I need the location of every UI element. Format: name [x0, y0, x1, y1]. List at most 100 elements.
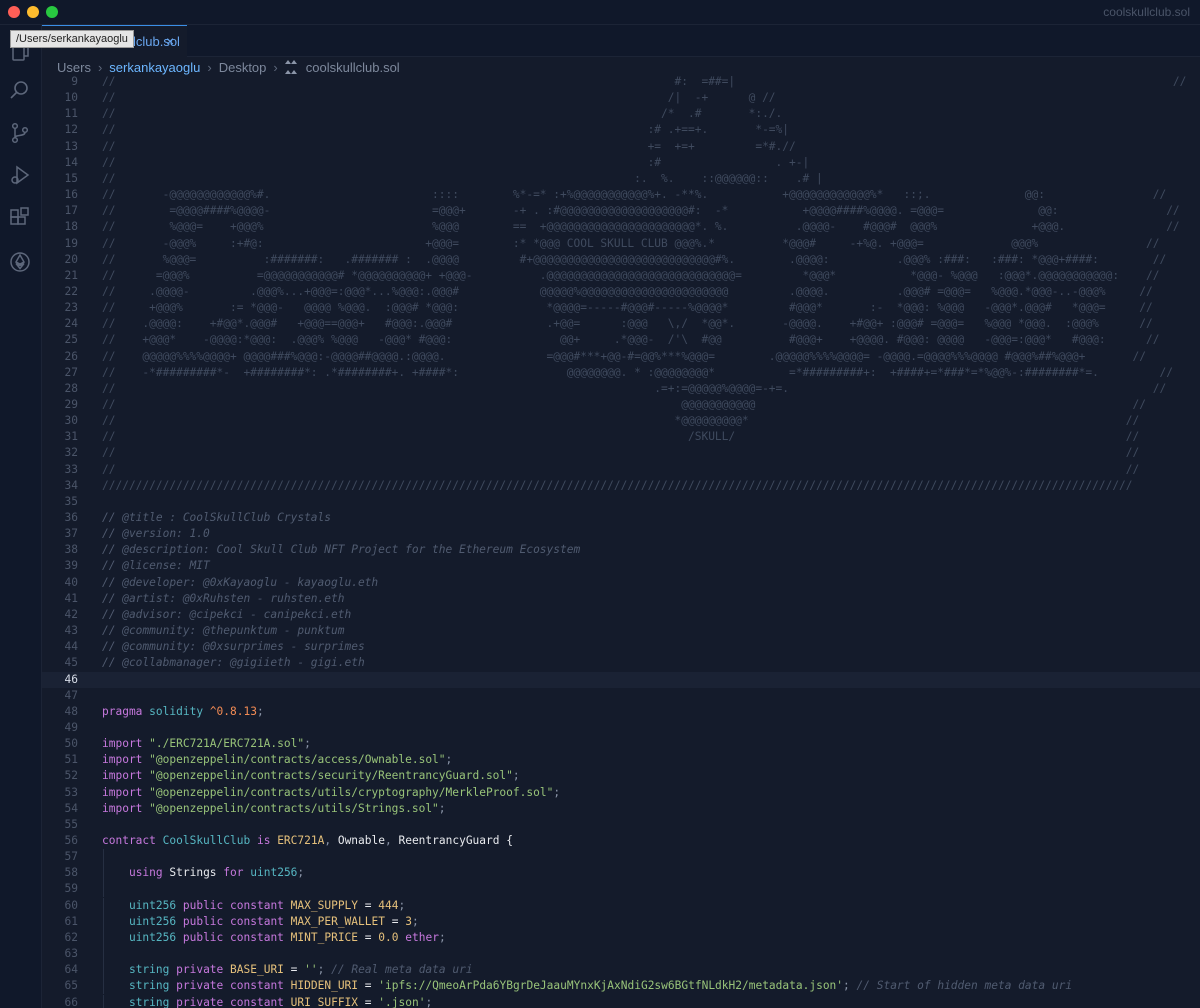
code-line[interactable]: 65 string private constant HIDDEN_URI = …: [42, 978, 1200, 994]
line-code: // /| -+ @ // //: [102, 90, 1200, 106]
breadcrumb-item-user[interactable]: serkankayaoglu: [109, 60, 200, 75]
code-line[interactable]: 15 // :. %. ::@@@@@@:: .# | //: [42, 171, 1200, 187]
code-line[interactable]: 49: [42, 720, 1200, 736]
code-line[interactable]: 36 // @title : CoolSkullClub Crystals: [42, 510, 1200, 526]
code-line[interactable]: 52 import "@openzeppelin/contracts/securi…: [42, 768, 1200, 784]
code-line[interactable]: 47: [42, 688, 1200, 704]
code-line[interactable]: 34 //////////////////////////////////////…: [42, 478, 1200, 494]
code-line[interactable]: 14 // :# . +-| //: [42, 155, 1200, 171]
code-line[interactable]: 29 // @@@@@@@@@@@ //: [42, 397, 1200, 413]
code-line[interactable]: 54 import "@openzeppelin/contracts/utils/…: [42, 801, 1200, 817]
code-token: // @@@@@%%%%@@@@+ @@@@###%@@@:-@@@@##@@@…: [102, 350, 1146, 363]
code-token: // =@@@% =@@@@@@@@@@@# *@@@@@@@@@@+ +@@@…: [102, 269, 1160, 282]
run-debug-icon[interactable]: [8, 163, 32, 187]
code-token: ;: [425, 996, 433, 1008]
code-line[interactable]: 64 string private BASE_URI = ''; // Real…: [42, 962, 1200, 978]
code-line[interactable]: 16 // -@@@@@@@@@@@@%#. :::: %*-=* :+%@@@@…: [42, 187, 1200, 203]
close-window-button[interactable]: [8, 6, 20, 18]
extensions-icon[interactable]: [8, 206, 32, 230]
code-line[interactable]: 46: [42, 672, 1200, 688]
code-line[interactable]: 17 // =@@@@####%@@@@- =@@@+ -+ . :#@@@@@@…: [42, 203, 1200, 219]
line-number: 64: [64, 963, 78, 976]
line-code: // +@@@* -@@@@:*@@@: .@@@% %@@@ -@@@* #@…: [102, 332, 1159, 348]
code-line[interactable]: 26 // @@@@@%%%%@@@@+ @@@@###%@@@:-@@@@##@…: [42, 349, 1200, 365]
code-editor[interactable]: 9// #: =##=| //10// /| -+ @ // // 11 // …: [42, 74, 1200, 1008]
code-token: pragma: [102, 705, 143, 718]
code-line[interactable]: 31 // /SKULL/ //: [42, 429, 1200, 445]
code-line[interactable]: 62 uint256 public constant MINT_PRICE = …: [42, 930, 1200, 946]
search-icon[interactable]: [8, 78, 32, 102]
code-line[interactable]: 61 uint256 public constant MAX_PER_WALLE…: [42, 914, 1200, 930]
code-line[interactable]: 24 // .@@@@: +#@@*.@@@# +@@@==@@@+ #@@@:.…: [42, 316, 1200, 332]
title-bar: coolskullclub.sol: [0, 0, 1200, 25]
code-line[interactable]: 23 // +@@@% := *@@@- @@@@ %@@@. :@@@# *@@…: [42, 300, 1200, 316]
code-line[interactable]: 27 // -*#########*- +########*: .*#######…: [42, 365, 1200, 381]
code-line[interactable]: 12 // :# .+==+. *-=%| //: [42, 122, 1200, 138]
code-token: string: [128, 996, 170, 1008]
code-line[interactable]: 42 // @advisor: @cipekci - canipekci.eth: [42, 607, 1200, 623]
code-line[interactable]: 21 // =@@@% =@@@@@@@@@@@# *@@@@@@@@@@+ +@…: [42, 268, 1200, 284]
line-number: 11: [64, 107, 78, 120]
code-token: // Start of hidden meta data uri: [856, 979, 1073, 992]
code-line[interactable]: 55: [42, 817, 1200, 833]
code-line[interactable]: 45 // @collabmanager: @gigiieth - gigi.et…: [42, 655, 1200, 671]
code-token: // :# . +-| //: [102, 156, 1200, 169]
code-line[interactable]: 39 // @license: MIT: [42, 558, 1200, 574]
close-icon[interactable]: ×: [166, 33, 174, 49]
code-line[interactable]: 60 uint256 public constant MAX_SUPPLY = …: [42, 898, 1200, 914]
code-line[interactable]: 22 // .@@@@- .@@@%...+@@@=:@@@*...%@@@:.@…: [42, 284, 1200, 300]
source-control-icon[interactable]: [8, 121, 32, 145]
code-line[interactable]: 59: [42, 881, 1200, 897]
maximize-window-button[interactable]: [46, 6, 58, 18]
line-number: 60: [64, 899, 78, 912]
code-line[interactable]: 63: [42, 946, 1200, 962]
code-line[interactable]: 56 contract CoolSkullClub is ERC721A, Own…: [42, 833, 1200, 849]
code-line[interactable]: 58 using Strings for uint256;: [42, 865, 1200, 881]
code-line[interactable]: 37 // @version: 1.0: [42, 526, 1200, 542]
code-token: '.json': [378, 996, 426, 1008]
minimize-window-button[interactable]: [27, 6, 39, 18]
code-line[interactable]: 18 // %@@@= +@@@% %@@@ == +@@@@@@@@@@@@@@…: [42, 219, 1200, 235]
line-code: import "@openzeppelin/contracts/utils/St…: [102, 801, 446, 817]
line-code: // @description: Cool Skull Club NFT Pro…: [102, 542, 580, 558]
code-line[interactable]: 66 string private constant URI_SUFFIX = …: [42, 995, 1200, 1008]
code-line[interactable]: 32 // //: [42, 445, 1200, 461]
code-line[interactable]: 30 // *@@@@@@@@@* //: [42, 413, 1200, 429]
code-token: uint256: [128, 931, 177, 944]
code-line[interactable]: 35: [42, 494, 1200, 510]
code-line[interactable]: 40 // @developer: @0xKayaoglu - kayaoglu.…: [42, 575, 1200, 591]
code-line[interactable]: 51 import "@openzeppelin/contracts/access…: [42, 752, 1200, 768]
code-line[interactable]: 53 import "@openzeppelin/contracts/utils/…: [42, 785, 1200, 801]
code-line[interactable]: 50 import "./ERC721A/ERC721A.sol";: [42, 736, 1200, 752]
code-token: ERC721A: [277, 834, 325, 847]
code-line[interactable]: 9 // #: =##=| //: [42, 74, 1200, 90]
line-number: 63: [64, 947, 78, 960]
line-number: 38: [64, 543, 78, 556]
code-line[interactable]: 20 // %@@@= :#######: .####### : .@@@@ #+…: [42, 252, 1200, 268]
code-token: '': [304, 963, 318, 976]
code-line[interactable]: 41 // @artist: @0xRuhsten - ruhsten.eth: [42, 591, 1200, 607]
code-token: import: [102, 786, 143, 799]
code-line[interactable]: 13 // += +=+ =*#.// //: [42, 139, 1200, 155]
code-line[interactable]: 38 // @description: Cool Skull Club NFT P…: [42, 542, 1200, 558]
code-line[interactable]: 48 pragma solidity ^0.8.13;: [42, 704, 1200, 720]
code-line[interactable]: 33 // //: [42, 462, 1200, 478]
breadcrumb-item-file[interactable]: coolskullclub.sol: [306, 60, 400, 75]
code-line[interactable]: 10 // /| -+ @ // //: [42, 90, 1200, 106]
code-line[interactable]: 57: [42, 849, 1200, 865]
code-line[interactable]: 11 // /* .# *:./. //: [42, 106, 1200, 122]
breadcrumb-item-desktop[interactable]: Desktop: [219, 60, 267, 75]
ethereum-icon[interactable]: [8, 250, 32, 274]
code-line[interactable]: 28 // .=+:=@@@@@%@@@@=-+=. //: [42, 381, 1200, 397]
code-line[interactable]: 44 // @community: @0xsurprimes - surprime…: [42, 639, 1200, 655]
code-line[interactable]: 43 // @community: @thepunktum - punktum: [42, 623, 1200, 639]
breadcrumb-item-users[interactable]: Users: [57, 60, 91, 75]
code-line[interactable]: 19 // -@@@% :+#@: +@@@= :* *@@@ COOL SKUL…: [42, 236, 1200, 252]
code-line[interactable]: 25 // +@@@* -@@@@:*@@@: .@@@% %@@@ -@@@* …: [42, 332, 1200, 348]
code-token: ;: [304, 737, 311, 750]
